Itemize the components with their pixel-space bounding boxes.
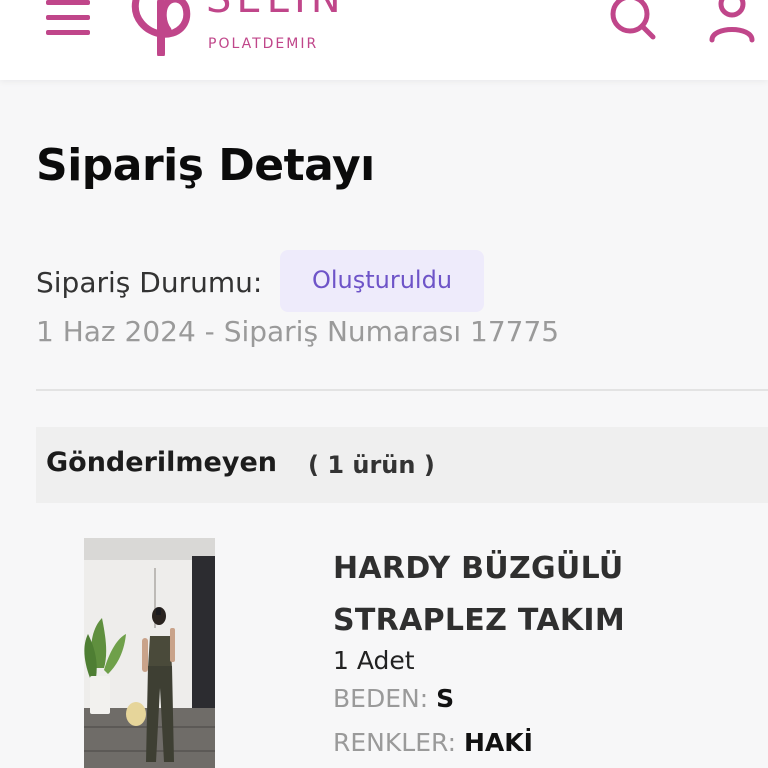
logo-icon	[131, 0, 191, 56]
section-title: Gönderilmeyen	[46, 447, 277, 478]
menu-icon-bar	[46, 0, 90, 5]
menu-icon-bar	[46, 30, 90, 35]
product-name[interactable]: HARDY BÜZGÜLÜ STRAPLEZ TAKIM	[333, 543, 753, 647]
product-image[interactable]	[84, 538, 215, 768]
menu-icon-bar	[46, 15, 90, 20]
brand-name: SELIN	[206, 0, 346, 22]
order-date-and-number: 1 Haz 2024 - Sipariş Numarası 17775	[36, 315, 560, 348]
product-photo-icon	[84, 538, 215, 768]
menu-button[interactable]	[44, 0, 92, 40]
search-button[interactable]	[606, 0, 658, 44]
product-color: RENKLER: HAKİ	[333, 728, 533, 757]
search-icon	[610, 0, 656, 40]
product-size: BEDEN: S	[333, 684, 454, 713]
divider	[36, 389, 768, 391]
page-title: Sipariş Detayı	[36, 140, 375, 191]
product-quantity: 1 Adet	[333, 646, 415, 675]
color-label: RENKLER:	[333, 728, 457, 757]
app-header: SELIN POLATDEMIR	[0, 0, 768, 80]
account-button[interactable]	[706, 0, 758, 44]
brand-subtitle: POLATDEMIR	[208, 36, 319, 52]
order-status-badge: Oluşturuldu	[280, 250, 484, 312]
unshipped-section-header: Gönderilmeyen ( 1 ürün )	[36, 427, 768, 503]
size-value: S	[436, 684, 455, 713]
section-item-count: ( 1 ürün )	[308, 451, 435, 479]
user-icon	[709, 0, 755, 43]
order-status-label: Sipariş Durumu:	[36, 266, 263, 299]
color-value: HAKİ	[463, 728, 533, 757]
size-label: BEDEN:	[333, 684, 429, 713]
brand-logo[interactable]: SELIN POLATDEMIR	[128, 0, 368, 56]
